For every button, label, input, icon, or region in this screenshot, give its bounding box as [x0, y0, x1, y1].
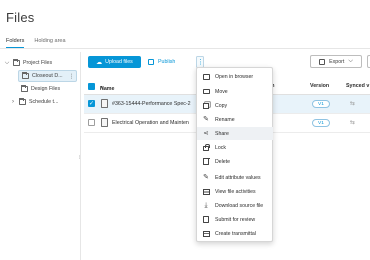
menu-item-label: Open in browser: [215, 73, 254, 80]
tree-item-project-files[interactable]: ⌵ Project Files: [4, 57, 52, 69]
menu-item-label: View file activities: [215, 188, 256, 195]
tree-item-label: Design Files: [31, 86, 61, 92]
context-menu: Open in browser Move Copy ✎ Rename ⋖ Sha…: [196, 67, 273, 242]
list-icon: [202, 188, 210, 196]
tab-folders[interactable]: Folders: [6, 38, 25, 48]
folder-icon: [19, 98, 26, 105]
publish-icon: [148, 59, 154, 65]
menu-item-edit-attribute-values[interactable]: ✎ Edit attribute values: [197, 171, 273, 184]
export-button[interactable]: Export ⌵: [310, 55, 362, 68]
menu-item-share[interactable]: ⋖ Share: [197, 127, 273, 140]
chevron-down-icon[interactable]: ⌵: [4, 60, 10, 67]
menu-item-label: Rename: [215, 116, 235, 123]
menu-item-label: Download source file: [215, 202, 264, 209]
chevron-down-icon: ⌵: [348, 58, 353, 64]
review-icon: [202, 216, 210, 224]
cloud-upload-icon: ☁: [96, 59, 103, 66]
tree-item-label: Project Files: [23, 60, 53, 66]
tree-item-design-files[interactable]: Design Files: [21, 83, 60, 95]
page-title: Files: [6, 10, 35, 25]
export-icon: [319, 58, 326, 65]
sort-asc-icon: ^: [100, 86, 104, 92]
tree-item-label: Closeout D...: [32, 73, 63, 79]
menu-item-submit-for-review[interactable]: Submit for review: [197, 213, 273, 226]
document-icon: [101, 118, 108, 127]
tree-item-schedule[interactable]: › Schedule t...: [10, 96, 58, 108]
export-label: Export: [329, 58, 345, 65]
chevron-right-icon[interactable]: ›: [10, 99, 16, 105]
menu-item-rename[interactable]: ✎ Rename: [197, 113, 273, 126]
copy-icon: [202, 102, 210, 110]
sync-icon: ⇆: [350, 120, 356, 126]
column-version[interactable]: Version: [310, 83, 329, 89]
publish-label: Publish: [158, 59, 176, 65]
tabs-divider: [0, 48, 370, 49]
menu-item-label: Copy: [215, 102, 228, 109]
transmittal-icon: [202, 230, 210, 238]
tree-item-closeout[interactable]: Closeout D... ⋮: [18, 70, 77, 82]
more-options-icon[interactable]: ⋮: [69, 73, 75, 80]
menu-item-create-transmittal[interactable]: Create transmittal: [197, 227, 273, 240]
menu-item-lock[interactable]: Lock: [197, 141, 273, 154]
row-checkbox[interactable]: ✓: [88, 100, 95, 107]
sync-icon: ⇆: [350, 101, 356, 107]
menu-item-label: Share: [215, 130, 229, 137]
browser-icon: [202, 73, 210, 81]
publish-button[interactable]: Publish: [148, 56, 175, 68]
select-all-checkbox[interactable]: [88, 83, 95, 90]
menu-item-copy[interactable]: Copy: [197, 99, 273, 112]
pencil-icon: ✎: [203, 173, 209, 181]
menu-item-label: Edit attribute values: [215, 174, 261, 181]
trash-icon: [202, 157, 210, 166]
version-badge[interactable]: V1: [312, 100, 330, 108]
download-icon: ⤓: [204, 201, 208, 209]
resize-handle[interactable]: ⁞: [79, 155, 80, 161]
file-name[interactable]: #363-15444-Performance Spec-2: [112, 101, 191, 107]
menu-item-download-source-file[interactable]: ⤓ Download source file: [197, 199, 273, 212]
menu-item-label: Submit for review: [215, 216, 256, 223]
menu-item-delete[interactable]: Delete: [197, 155, 273, 168]
folder-icon: [22, 72, 29, 79]
row-checkbox[interactable]: [88, 119, 95, 126]
document-icon: [101, 99, 108, 108]
folder-icon: [202, 88, 210, 96]
file-name[interactable]: Electrical Operation and Mainten: [112, 120, 189, 126]
lock-icon: [202, 144, 210, 152]
tree-item-label: Schedule t...: [29, 99, 59, 105]
upload-files-button[interactable]: ☁ Upload files: [88, 56, 141, 68]
menu-item-label: Create transmittal: [215, 230, 256, 237]
version-badge[interactable]: V1: [312, 119, 330, 127]
tab-holding-area[interactable]: Holding area: [34, 38, 65, 48]
folder-icon: [13, 59, 20, 66]
menu-item-open-in-browser[interactable]: Open in browser: [197, 70, 273, 83]
menu-item-move[interactable]: Move: [197, 85, 273, 98]
menu-item-label: Delete: [215, 158, 230, 165]
view-tabs: Folders Holding area: [6, 38, 66, 48]
pencil-icon: ✎: [203, 115, 209, 123]
menu-item-label: Move: [215, 88, 228, 95]
share-icon: ⋖: [203, 129, 209, 137]
folder-icon: [21, 85, 28, 92]
upload-files-label: Upload files: [105, 59, 133, 65]
menu-item-view-file-activities[interactable]: View file activities: [197, 185, 273, 198]
menu-item-label: Lock: [215, 144, 226, 151]
column-synced[interactable]: Synced v: [346, 83, 369, 89]
